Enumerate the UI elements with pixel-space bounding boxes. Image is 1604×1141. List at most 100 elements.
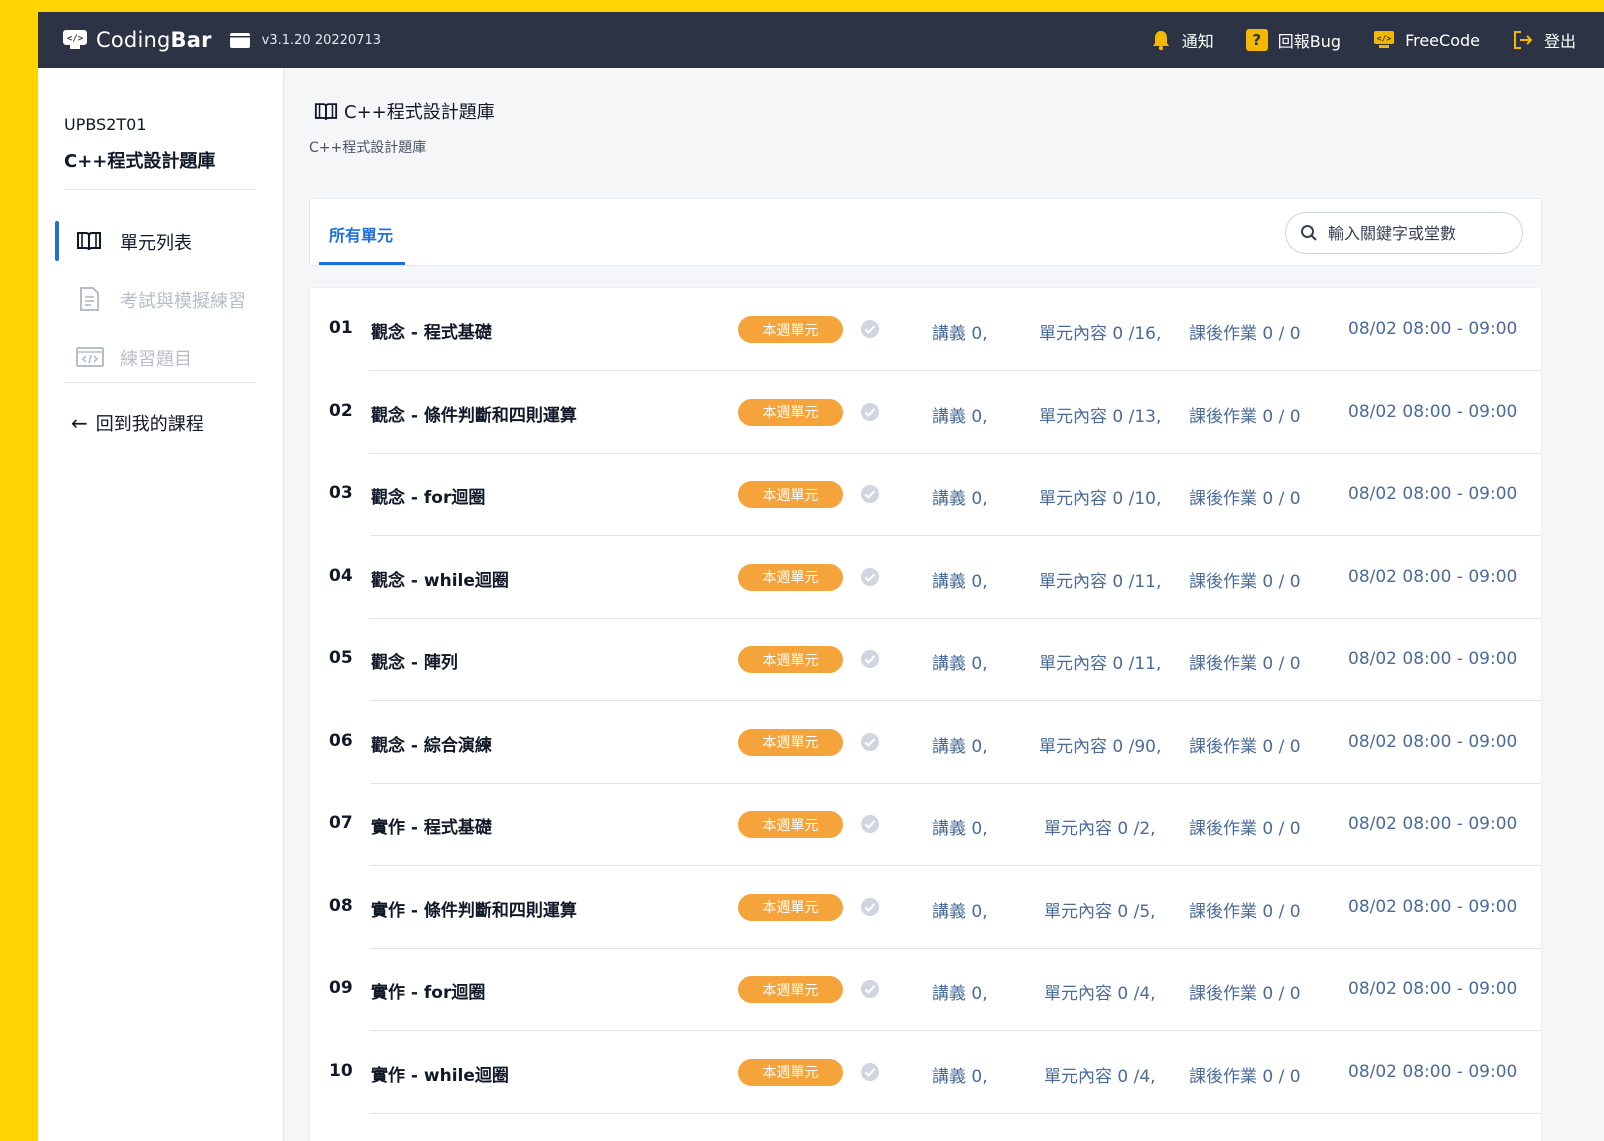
version-label: v3.1.20 20220713 xyxy=(261,32,381,48)
brand-name: CodingBar xyxy=(96,28,212,52)
check-circle-icon xyxy=(861,815,879,833)
code-icon xyxy=(76,347,104,367)
check-circle-icon xyxy=(861,1062,879,1081)
this-week-badge: 本週單元 xyxy=(738,1058,843,1086)
unit-time: 08/02 08:00 - 09:00 xyxy=(1348,896,1518,917)
this-week-badge: 本週單元 xyxy=(738,728,843,756)
unit-number: 07 xyxy=(329,813,353,833)
unit-homework-progress: 課後作業 0 / 0 xyxy=(1189,1066,1301,1087)
course-code: UPBS2T01 xyxy=(64,115,147,134)
sidebar-item-practice[interactable]: 練習題目 xyxy=(38,337,284,377)
bell-icon xyxy=(1152,31,1169,51)
page-title-text: C++程式設計題庫 xyxy=(344,102,495,123)
search-icon xyxy=(1301,225,1317,241)
unit-number: 01 xyxy=(329,318,353,338)
unit-homework-progress: 課後作業 0 / 0 xyxy=(1189,406,1301,427)
unit-homework-progress: 課後作業 0 / 0 xyxy=(1189,654,1301,674)
unit-name: 實作 - while迴圈 xyxy=(371,1065,509,1086)
unit-row[interactable]: 03 觀念 - for迴圈 本週單元 講義 0, 單元內容 0 /10, 課後作業 0 /… xyxy=(310,453,1541,536)
unit-content-progress: 單元內容 0 /16, xyxy=(1039,324,1162,344)
unit-number: 08 xyxy=(329,895,353,916)
app-window: </> CodingBar v3.1.20 20220713 通知 ? 回報Bu… xyxy=(38,12,1604,1141)
unit-time: 08/02 08:00 - 09:00 xyxy=(1348,649,1518,669)
check-circle-icon xyxy=(861,485,879,503)
book-icon xyxy=(314,102,338,120)
unit-content-progress: 單元內容 0 /11, xyxy=(1039,571,1162,592)
sidebar: UPBS2T01 C++程式設計題庫 單元列表 考試與模擬練習 練習題目 ← 回… xyxy=(38,68,284,1141)
unit-content-progress: 單元內容 0 /4, xyxy=(1044,984,1156,1004)
unit-lecture-count: 講義 0, xyxy=(932,901,988,922)
unit-number: 09 xyxy=(329,978,353,998)
unit-row[interactable]: 09 實作 - for迴圈 本週單元 講義 0, 單元內容 0 /4, 課後作業 0 / … xyxy=(310,948,1541,1031)
unit-lecture-count: 講義 0, xyxy=(932,819,988,839)
this-week-badge: 本週單元 xyxy=(738,976,843,1003)
sidebar-divider xyxy=(64,382,256,383)
freecode-icon: </> xyxy=(1374,31,1395,48)
unit-homework-progress: 課後作業 0 / 0 xyxy=(1189,571,1301,592)
unit-time: 08/02 08:00 - 09:00 xyxy=(1348,319,1518,339)
sidebar-item-unit-list[interactable]: 單元列表 xyxy=(38,221,284,261)
check-circle-icon xyxy=(861,402,879,421)
page-subtitle: C++程式設計題庫 xyxy=(309,140,427,156)
unit-lecture-count: 講義 0, xyxy=(932,736,988,757)
unit-time: 08/02 08:00 - 09:00 xyxy=(1348,401,1518,422)
unit-content-progress: 單元內容 0 /90, xyxy=(1039,736,1162,757)
unit-row[interactable]: 08 實作 - 條件判斷和四則運算 本週單元 講義 0, 單元內容 0 /5, 課後作業 … xyxy=(310,866,1541,949)
back-to-courses-link[interactable]: ← 回到我的課程 xyxy=(71,410,204,436)
back-label: 回到我的課程 xyxy=(95,414,204,435)
freecode-button[interactable]: </> FreeCode xyxy=(1373,30,1480,50)
unit-lecture-count: 講義 0, xyxy=(932,571,988,592)
arrow-left-icon: ← xyxy=(71,411,88,435)
unit-row[interactable]: 06 觀念 - 綜合演練 本週單元 講義 0, 單元內容 0 /90, 課後作業 0 / … xyxy=(310,701,1541,784)
unit-row[interactable]: 04 觀念 - while迴圈 本週單元 講義 0, 單元內容 0 /11, 課後作業 0… xyxy=(310,536,1541,619)
unit-row[interactable]: 01 觀念 - 程式基礎 本週單元 講義 0, 單元內容 0 /16, 課後作業 0 / … xyxy=(310,288,1541,371)
search-box[interactable] xyxy=(1285,212,1523,254)
unit-row[interactable]: 05 觀念 - 陣列 本週單元 講義 0, 單元內容 0 /11, 課後作業 0 / 0 0… xyxy=(310,618,1541,701)
unit-number: 04 xyxy=(329,565,353,586)
unit-time: 08/02 08:00 - 09:00 xyxy=(1348,1061,1518,1082)
sidebar-divider xyxy=(64,189,256,190)
unit-lecture-count: 講義 0, xyxy=(932,324,988,344)
this-week-badge: 本週單元 xyxy=(738,893,843,921)
this-week-badge: 本週單元 xyxy=(738,811,843,838)
unit-number: 10 xyxy=(329,1060,353,1081)
row-divider xyxy=(370,1112,1541,1114)
unit-name: 觀念 - 條件判斷和四則運算 xyxy=(371,405,577,426)
codingbar-logo-icon: </> xyxy=(63,30,87,49)
book-icon xyxy=(77,232,101,251)
logout-button[interactable]: 登出 xyxy=(1512,28,1576,52)
unit-name: 觀念 - while迴圈 xyxy=(371,570,509,591)
logout-icon xyxy=(1513,31,1533,49)
top-bar: </> CodingBar v3.1.20 20220713 通知 ? 回報Bu… xyxy=(38,12,1604,68)
unit-time: 08/02 08:00 - 09:00 xyxy=(1348,566,1518,587)
unit-name: 觀念 - 程式基礎 xyxy=(371,323,492,343)
sidebar-item-exams[interactable]: 考試與模擬練習 xyxy=(38,279,284,319)
unit-row[interactable]: 10 實作 - while迴圈 本週單元 講義 0, 單元內容 0 /4, 課後作業 0 … xyxy=(310,1031,1541,1114)
unit-row[interactable]: 02 觀念 - 條件判斷和四則運算 本週單元 講義 0, 單元內容 0 /13, 課後作業… xyxy=(310,371,1541,454)
notify-button[interactable]: 通知 xyxy=(1150,28,1214,52)
brand-logo[interactable]: </> CodingBar xyxy=(62,28,212,52)
check-circle-icon xyxy=(861,320,879,338)
report-bug-button[interactable]: ? 回報Bug xyxy=(1245,28,1341,52)
search-input[interactable] xyxy=(1328,223,1508,243)
unit-content-progress: 單元內容 0 /13, xyxy=(1039,406,1162,427)
unit-homework-progress: 課後作業 0 / 0 xyxy=(1189,736,1301,757)
unit-number: 03 xyxy=(329,483,353,503)
this-week-badge: 本週單元 xyxy=(738,398,843,426)
tab-all-units[interactable]: 所有單元 xyxy=(329,222,393,246)
unit-row[interactable]: 07 實作 - 程式基礎 本週單元 講義 0, 單元內容 0 /2, 課後作業 0 / 0… xyxy=(310,783,1541,866)
unit-name: 實作 - 條件判斷和四則運算 xyxy=(371,900,577,921)
unit-homework-progress: 課後作業 0 / 0 xyxy=(1189,489,1301,509)
check-circle-icon xyxy=(861,980,879,998)
unit-lecture-count: 講義 0, xyxy=(932,1066,988,1087)
svg-text:</>: </> xyxy=(67,34,84,44)
check-circle-icon xyxy=(861,567,879,586)
unit-lecture-count: 講義 0, xyxy=(932,654,988,674)
logout-label: 登出 xyxy=(1543,32,1576,51)
unit-homework-progress: 課後作業 0 / 0 xyxy=(1189,901,1301,922)
unit-content-progress: 單元內容 0 /10, xyxy=(1039,489,1162,509)
unit-name: 實作 - for迴圈 xyxy=(371,983,486,1003)
unit-number: 05 xyxy=(329,648,353,668)
this-week-badge: 本週單元 xyxy=(738,646,843,673)
unit-content-progress: 單元內容 0 /4, xyxy=(1044,1066,1156,1087)
